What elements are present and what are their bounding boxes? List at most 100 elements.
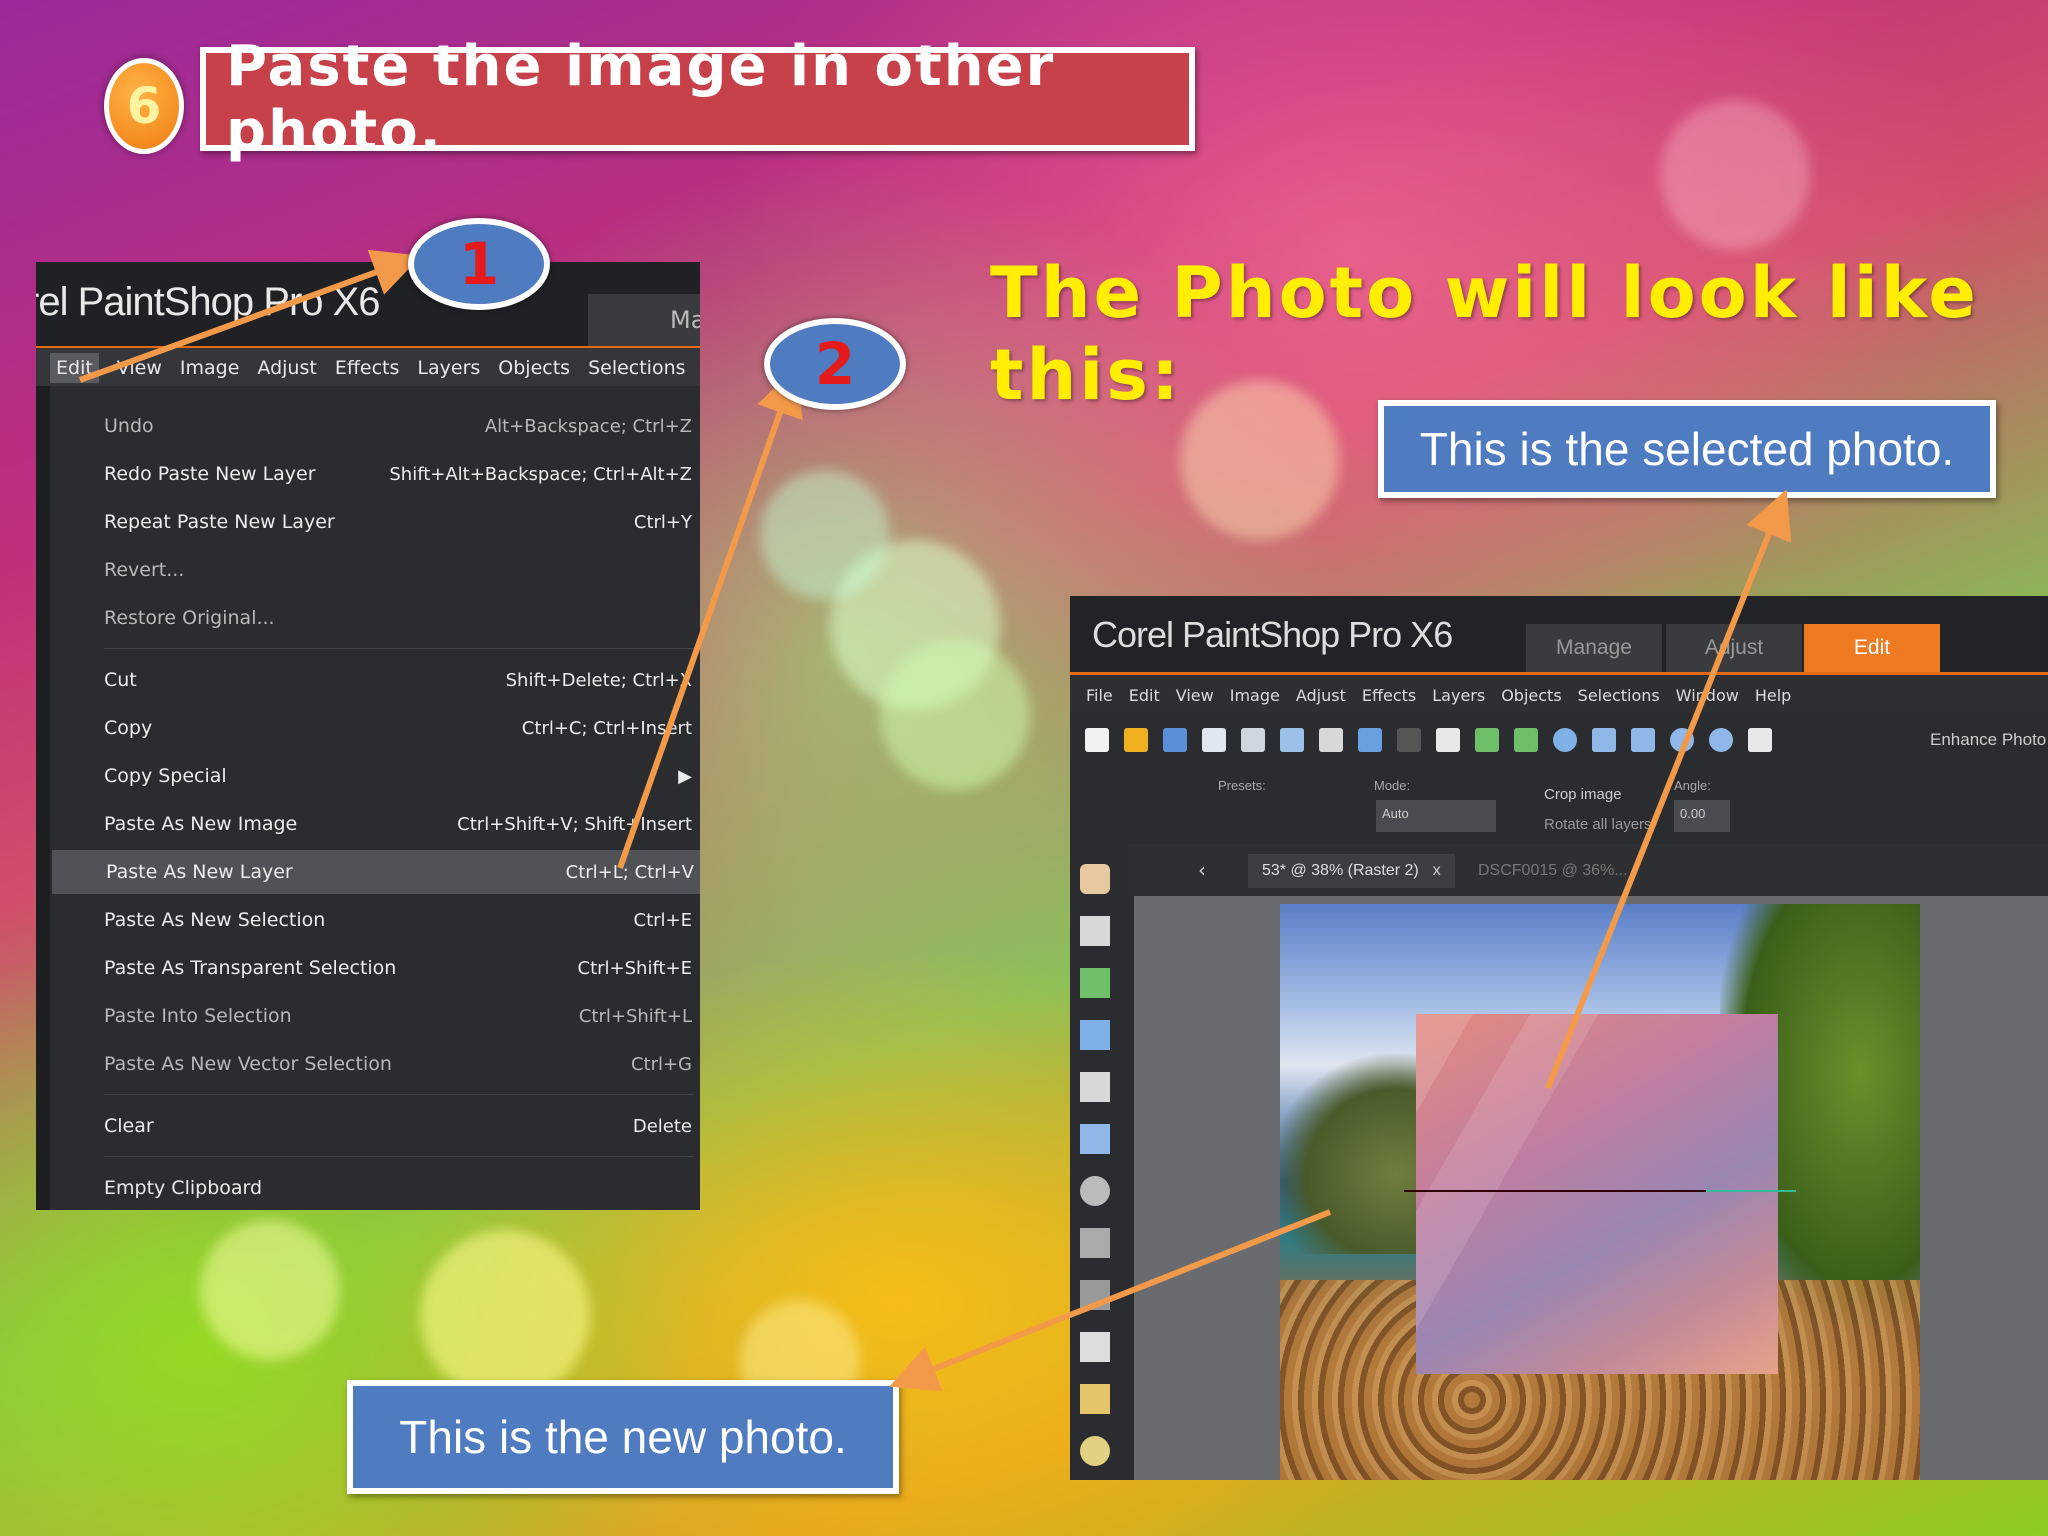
menu-view[interactable]: View bbox=[1176, 686, 1214, 705]
bokeh-light bbox=[1660, 100, 1810, 250]
menu-item-paste-into-selection[interactable]: Paste Into Selection Ctrl+Shift+L bbox=[50, 994, 700, 1038]
callout-new-photo: This is the new photo. bbox=[347, 1380, 899, 1494]
tab-manage[interactable]: Manage bbox=[1526, 624, 1662, 672]
chevron-left-icon[interactable]: ‹ bbox=[1198, 858, 1206, 882]
menu-objects[interactable]: Objects bbox=[1501, 686, 1561, 705]
zoom-in-icon[interactable] bbox=[1709, 728, 1733, 752]
menu-selections[interactable]: Selections bbox=[1578, 686, 1660, 705]
tools-palette bbox=[1070, 844, 1128, 1480]
fill-tool-icon[interactable] bbox=[1080, 1332, 1110, 1362]
menu-separator bbox=[104, 1094, 694, 1095]
mode-select[interactable]: Auto bbox=[1376, 800, 1496, 832]
pen-tool-icon[interactable] bbox=[1080, 1280, 1110, 1310]
mode-label: Mode: bbox=[1374, 778, 1411, 793]
menu-separator bbox=[104, 648, 694, 649]
tool-options-bar: Presets: Mode: Auto Crop image Rotate al… bbox=[1130, 768, 2048, 844]
rotate-right-icon[interactable] bbox=[1514, 728, 1538, 752]
clone-tool-icon[interactable] bbox=[1080, 1436, 1110, 1466]
menu-item-redo[interactable]: Redo Paste New Layer Shift+Alt+Backspace;… bbox=[50, 452, 700, 496]
menu-selections[interactable]: Selections bbox=[588, 357, 685, 379]
enhance-photo-button[interactable]: Enhance Photo bbox=[1930, 730, 2046, 750]
menu-image[interactable]: Image bbox=[1230, 686, 1280, 705]
menu-adjust[interactable]: Adjust bbox=[1296, 686, 1346, 705]
menu-item-undo[interactable]: Undo Alt+Backspace; Ctrl+Z bbox=[50, 404, 700, 448]
menu-item-copy-special[interactable]: Copy Special ▶ bbox=[50, 754, 700, 798]
brush-tool-icon[interactable] bbox=[1080, 1384, 1110, 1414]
menu-item-repeat[interactable]: Repeat Paste New Layer Ctrl+Y bbox=[50, 500, 700, 544]
red-eye-tool-icon[interactable] bbox=[1080, 1176, 1110, 1206]
new-file-icon[interactable] bbox=[1085, 728, 1109, 752]
tab-edit[interactable]: Edit bbox=[1804, 624, 1940, 672]
new-photo bbox=[1280, 904, 1920, 1480]
presets-label: Presets: bbox=[1218, 778, 1266, 793]
menu-item-paste-as-transparent-selection[interactable]: Paste As Transparent Selection Ctrl+Shift… bbox=[50, 946, 700, 990]
angle-input[interactable]: 0.00 bbox=[1674, 800, 1730, 832]
menu-item-paste-as-new-selection[interactable]: Paste As New Selection Ctrl+E bbox=[50, 898, 700, 942]
pick-tool-icon[interactable] bbox=[1080, 916, 1110, 946]
fit-window-icon[interactable] bbox=[1592, 728, 1616, 752]
undo-icon[interactable] bbox=[1358, 728, 1382, 752]
menu-item-clear[interactable]: Clear Delete bbox=[50, 1104, 700, 1148]
paintshop-screenshot: Corel PaintShop Pro X6 Manage Adjust Edi… bbox=[1070, 596, 2048, 1480]
share-icon[interactable] bbox=[1280, 728, 1304, 752]
menu-item-paste-as-new-image[interactable]: Paste As New Image Ctrl+Shift+V; Shift+In… bbox=[50, 802, 700, 846]
menu-edit[interactable]: Edit bbox=[50, 353, 99, 383]
resize-icon[interactable] bbox=[1436, 728, 1460, 752]
menu-item-cut[interactable]: Cut Shift+Delete; Ctrl+X bbox=[50, 658, 700, 702]
zoom-out-icon[interactable] bbox=[1670, 728, 1694, 752]
info-icon[interactable] bbox=[1553, 728, 1577, 752]
text-tool-icon[interactable] bbox=[1080, 1228, 1110, 1258]
menu-help[interactable]: Help bbox=[1755, 686, 1791, 705]
menu-layers[interactable]: Layers bbox=[1432, 686, 1485, 705]
app-title: Corel PaintShop Pro X6 bbox=[1092, 614, 1453, 655]
menu-item-paste-as-new-layer[interactable]: Paste As New Layer Ctrl+L; Ctrl+V bbox=[52, 850, 700, 894]
open-folder-icon[interactable] bbox=[1124, 728, 1148, 752]
menu-edit[interactable]: Edit bbox=[1129, 686, 1160, 705]
document-tab-active[interactable]: 53* @ 38% (Raster 2) x bbox=[1248, 854, 1455, 888]
menu-item-restore-original[interactable]: Restore Original... bbox=[50, 596, 700, 640]
rotate-all-layers-checkbox[interactable]: Rotate all layers bbox=[1544, 816, 1652, 833]
rotate-left-icon[interactable] bbox=[1475, 728, 1499, 752]
menu-file[interactable]: File bbox=[1086, 686, 1113, 705]
bokeh-light bbox=[760, 470, 890, 600]
main-toolbar: Enhance Photo bbox=[1070, 712, 2048, 768]
app-title-bar: rel PaintShop Pro X6 Manag bbox=[36, 262, 700, 346]
bokeh-light bbox=[200, 1220, 340, 1360]
save-icon[interactable] bbox=[1202, 728, 1226, 752]
straighten-tool-icon[interactable] bbox=[1080, 1124, 1110, 1154]
step-number-badge: 6 bbox=[104, 58, 184, 154]
tab-adjust[interactable]: Adjust bbox=[1666, 624, 1802, 672]
document-tab-inactive[interactable]: DSCF0015 @ 36%... bbox=[1478, 862, 1628, 880]
makeover-tool-icon[interactable] bbox=[1080, 968, 1110, 998]
menu-item-paste-as-new-vector-selection[interactable]: Paste As New Vector Selection Ctrl+G bbox=[50, 1042, 700, 1086]
left-panel-strip bbox=[36, 386, 50, 1210]
crop-tool-icon[interactable] bbox=[1080, 1072, 1110, 1102]
full-screen-icon[interactable] bbox=[1631, 728, 1655, 752]
print-icon[interactable] bbox=[1319, 728, 1343, 752]
menu-image[interactable]: Image bbox=[180, 357, 240, 379]
menu-effects[interactable]: Effects bbox=[1362, 686, 1416, 705]
marker-1: 1 bbox=[408, 218, 550, 310]
menu-objects[interactable]: Objects bbox=[498, 357, 570, 379]
paste-icon[interactable] bbox=[1748, 728, 1772, 752]
tab-manage[interactable]: Manag bbox=[588, 294, 700, 346]
redo-icon[interactable] bbox=[1397, 728, 1421, 752]
document-tabs: ‹ 53* @ 38% (Raster 2) x DSCF0015 @ 36%.… bbox=[1128, 844, 2048, 896]
menu-view[interactable]: View bbox=[117, 357, 162, 379]
save-as-icon[interactable] bbox=[1241, 728, 1265, 752]
document-tab-label: 53* @ 38% (Raster 2) bbox=[1262, 862, 1419, 879]
menu-window[interactable]: Window bbox=[1676, 686, 1739, 705]
menu-adjust[interactable]: Adjust bbox=[257, 357, 316, 379]
dropper-tool-icon[interactable] bbox=[1080, 1020, 1110, 1050]
crop-image-checkbox[interactable]: Crop image bbox=[1544, 786, 1622, 803]
menu-layers[interactable]: Layers bbox=[417, 357, 480, 379]
pan-tool-icon[interactable] bbox=[1080, 864, 1110, 894]
menu-item-copy[interactable]: Copy Ctrl+C; Ctrl+Insert bbox=[50, 706, 700, 750]
menu-item-empty-clipboard[interactable]: Empty Clipboard bbox=[50, 1166, 700, 1210]
menu-effects[interactable]: Effects bbox=[335, 357, 400, 379]
pasted-selected-photo[interactable] bbox=[1404, 1014, 1796, 1374]
menu-item-revert[interactable]: Revert... bbox=[50, 548, 700, 592]
scan-icon[interactable] bbox=[1163, 728, 1187, 752]
close-icon[interactable]: x bbox=[1433, 862, 1441, 880]
edit-dropdown-menu: Undo Alt+Backspace; Ctrl+Z Redo Paste New… bbox=[50, 386, 700, 1210]
